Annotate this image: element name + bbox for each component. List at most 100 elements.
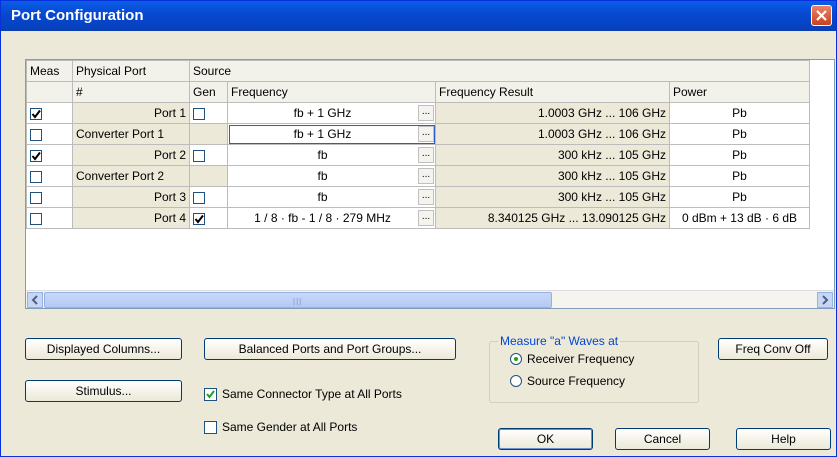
table-row[interactable]: Converter Port 2 fb... 300 kHz ... 105 GHz… xyxy=(26,165,810,187)
checkmark-icon xyxy=(194,214,204,224)
frequency-value: fb xyxy=(317,169,328,183)
help-button[interactable]: Help xyxy=(736,428,831,450)
scroll-right-button[interactable] xyxy=(817,292,833,308)
same-connector-label: Same Connector Type at All Ports xyxy=(222,387,402,401)
checkmark-icon xyxy=(31,109,41,119)
horizontal-scrollbar[interactable]: ||| xyxy=(26,290,834,308)
title-bar[interactable]: Port Configuration xyxy=(1,1,836,31)
gen-checkbox[interactable] xyxy=(193,191,205,204)
meas-cell xyxy=(26,165,73,187)
power-cell[interactable]: 0 dBm + 13 dB · 6 dB xyxy=(669,207,810,229)
gen-cell xyxy=(189,144,228,166)
frequency-edit-button[interactable]: ... xyxy=(418,168,434,184)
frequency-cell[interactable]: fb... xyxy=(227,165,436,187)
measure-a-waves-group: Measure "a" Waves at Receiver Frequency … xyxy=(489,334,699,403)
scroll-left-button[interactable] xyxy=(27,292,43,308)
frequency-result-cell: 300 kHz ... 105 GHz xyxy=(435,165,670,187)
receiver-frequency-option[interactable]: Receiver Frequency xyxy=(510,352,634,366)
table-row[interactable]: Port 1 fb + 1 GHz... 1.0003 GHz ... 106 GH… xyxy=(26,102,810,124)
header-port-number: # xyxy=(72,81,190,103)
frequency-edit-button[interactable]: ... xyxy=(418,126,434,142)
source-frequency-option[interactable]: Source Frequency xyxy=(510,374,625,388)
table-row[interactable]: Port 4 1 / 8 · fb - 1 / 8 · 279 MHz... 8.3… xyxy=(26,207,810,229)
power-cell[interactable]: Pb xyxy=(669,123,810,145)
frequency-value: fb + 1 GHz xyxy=(293,106,352,120)
cancel-button[interactable]: Cancel xyxy=(615,428,710,450)
table-row[interactable]: Port 2 fb... 300 kHz ... 105 GHz Pb xyxy=(26,144,810,166)
meas-cell xyxy=(26,186,73,208)
physical-port-cell: Converter Port 1 xyxy=(72,123,190,145)
port-grid: Meas Physical Port Source # Gen Frequenc… xyxy=(25,59,835,309)
meas-cell xyxy=(26,207,73,229)
frequency-cell[interactable]: fb... xyxy=(227,186,436,208)
radio-selected-dot xyxy=(514,357,518,361)
checkmark-icon xyxy=(31,151,41,161)
frequency-edit-button[interactable]: ... xyxy=(418,189,434,205)
header-power: Power xyxy=(669,81,810,103)
ok-button[interactable]: OK xyxy=(498,428,593,450)
header-gen: Gen xyxy=(189,81,228,103)
frequency-cell[interactable]: fb... xyxy=(227,144,436,166)
header-physical-port: Physical Port xyxy=(72,60,190,82)
meas-checkbox[interactable] xyxy=(30,212,42,225)
frequency-edit-button[interactable]: ... xyxy=(418,210,434,226)
gen-checkbox[interactable] xyxy=(193,149,205,162)
same-gender-checkbox[interactable] xyxy=(204,420,217,434)
arrow-right-icon xyxy=(822,295,829,305)
meas-checkbox[interactable] xyxy=(30,191,42,204)
frequency-edit-button[interactable]: ... xyxy=(418,105,434,121)
gen-cell xyxy=(189,207,228,229)
frequency-cell[interactable]: 1 / 8 · fb - 1 / 8 · 279 MHz... xyxy=(227,207,436,229)
table-row[interactable]: Converter Port 1 fb + 1 GHz... 1.0003 GHz … xyxy=(26,123,810,145)
scroll-thumb[interactable]: ||| xyxy=(44,292,552,308)
receiver-frequency-radio[interactable] xyxy=(510,353,522,365)
physical-port-cell: Port 1 xyxy=(72,102,190,124)
close-icon xyxy=(816,10,827,21)
gen-cell xyxy=(189,102,228,124)
close-button[interactable] xyxy=(811,5,832,26)
source-frequency-radio[interactable] xyxy=(510,375,522,387)
frequency-cell[interactable]: fb + 1 GHz... xyxy=(227,102,436,124)
freq-conv-off-button[interactable]: Freq Conv Off xyxy=(718,338,828,360)
port-table: Meas Physical Port Source # Gen Frequenc… xyxy=(26,60,810,229)
power-cell[interactable]: Pb xyxy=(669,144,810,166)
gen-cell xyxy=(189,165,228,187)
stimulus-button[interactable]: Stimulus... xyxy=(25,380,182,402)
gen-checkbox[interactable] xyxy=(193,107,205,120)
header-frequency: Frequency xyxy=(227,81,436,103)
frequency-value: fb xyxy=(317,190,328,204)
header-source: Source xyxy=(189,60,810,82)
balanced-ports-button[interactable]: Balanced Ports and Port Groups... xyxy=(204,338,456,360)
same-gender-option[interactable]: Same Gender at All Ports xyxy=(204,420,357,434)
frequency-value: fb xyxy=(317,148,328,162)
frequency-value: fb + 1 GHz xyxy=(293,127,352,141)
window-title: Port Configuration xyxy=(11,7,144,24)
meas-cell xyxy=(26,123,73,145)
meas-cell xyxy=(26,144,73,166)
measure-group-legend: Measure "a" Waves at xyxy=(498,334,621,348)
same-gender-label: Same Gender at All Ports xyxy=(222,420,358,434)
table-row[interactable]: Port 3 fb... 300 kHz ... 105 GHz Pb xyxy=(26,186,810,208)
frequency-cell[interactable]: fb + 1 GHz... xyxy=(227,123,436,145)
receiver-frequency-label: Receiver Frequency xyxy=(527,352,635,366)
same-connector-checkbox[interactable] xyxy=(204,387,217,401)
displayed-columns-button[interactable]: Displayed Columns... xyxy=(25,338,182,360)
physical-port-cell: Port 4 xyxy=(72,207,190,229)
checkmark-icon xyxy=(206,389,215,399)
arrow-left-icon xyxy=(31,295,38,305)
power-cell[interactable]: Pb xyxy=(669,186,810,208)
frequency-edit-button[interactable]: ... xyxy=(418,147,434,163)
port-configuration-dialog: Port Configuration Meas Physical Port So… xyxy=(0,0,837,457)
meas-checkbox[interactable] xyxy=(30,170,42,183)
same-connector-option[interactable]: Same Connector Type at All Ports xyxy=(204,387,402,401)
frequency-value: 1 / 8 · fb - 1 / 8 · 279 MHz xyxy=(254,211,391,225)
header-blank xyxy=(26,81,73,103)
meas-checkbox[interactable] xyxy=(30,128,42,141)
physical-port-cell: Port 3 xyxy=(72,186,190,208)
meas-checkbox[interactable] xyxy=(30,149,42,162)
header-meas: Meas xyxy=(26,60,73,82)
power-cell[interactable]: Pb xyxy=(669,165,810,187)
power-cell[interactable]: Pb xyxy=(669,102,810,124)
meas-checkbox[interactable] xyxy=(30,107,42,120)
gen-checkbox[interactable] xyxy=(193,212,205,225)
